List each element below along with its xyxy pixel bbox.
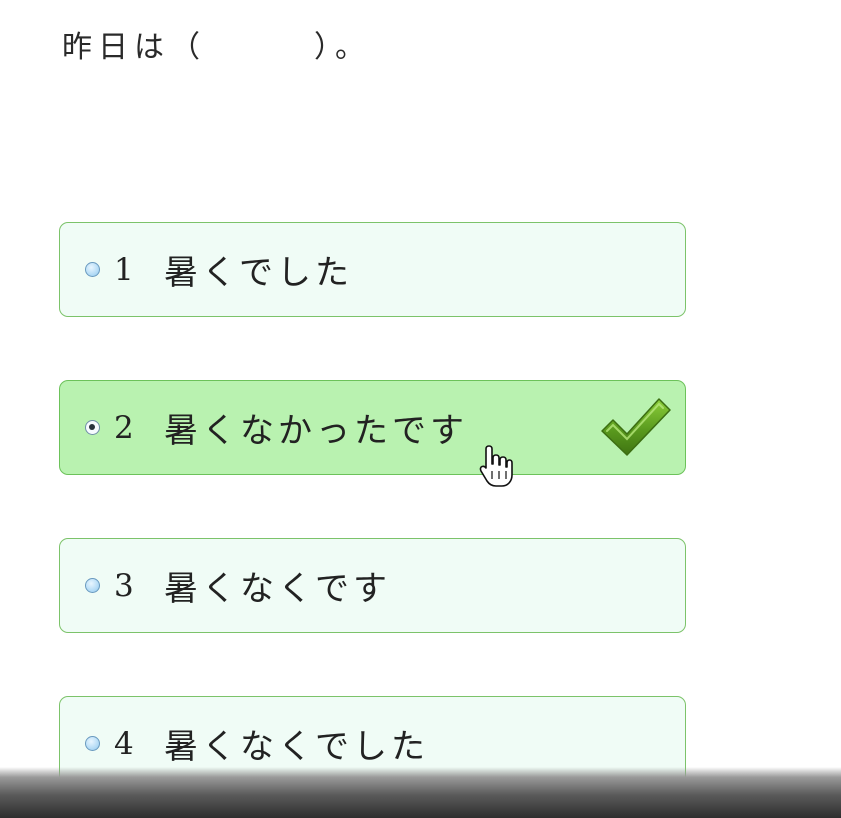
- question-text: 昨日は（ ）。: [62, 30, 371, 65]
- option-label: 暑くなくでした: [164, 727, 429, 767]
- radio-button-3[interactable]: [85, 578, 100, 593]
- option-label: 暑くなくです: [164, 569, 391, 609]
- option-1[interactable]: 1 暑くでした: [59, 222, 686, 317]
- radio-button-1[interactable]: [85, 262, 100, 277]
- radio-button-2[interactable]: [85, 420, 100, 435]
- option-number: 3: [114, 567, 134, 604]
- checkmark-icon: [601, 398, 671, 456]
- option-2[interactable]: 2 暑くなかったです: [59, 380, 686, 475]
- option-number: 2: [114, 409, 134, 446]
- answer-options: 1 暑くでした 2 暑くなかったです 3 暑くなくです 4 暑くなくでした: [59, 222, 686, 818]
- option-3[interactable]: 3 暑くなくです: [59, 538, 686, 633]
- quiz-page: 昨日は（ ）。 1 暑くでした 2 暑くなかったです 3 暑くなくです 4 暑く…: [0, 0, 841, 818]
- bottom-shadow-bar: [0, 767, 841, 818]
- radio-button-4[interactable]: [85, 736, 100, 751]
- option-number: 1: [114, 251, 134, 288]
- option-label: 暑くでした: [164, 253, 353, 293]
- option-label: 暑くなかったです: [164, 411, 468, 451]
- hand-pointer-cursor-icon: [479, 445, 513, 487]
- option-number: 4: [114, 725, 134, 762]
